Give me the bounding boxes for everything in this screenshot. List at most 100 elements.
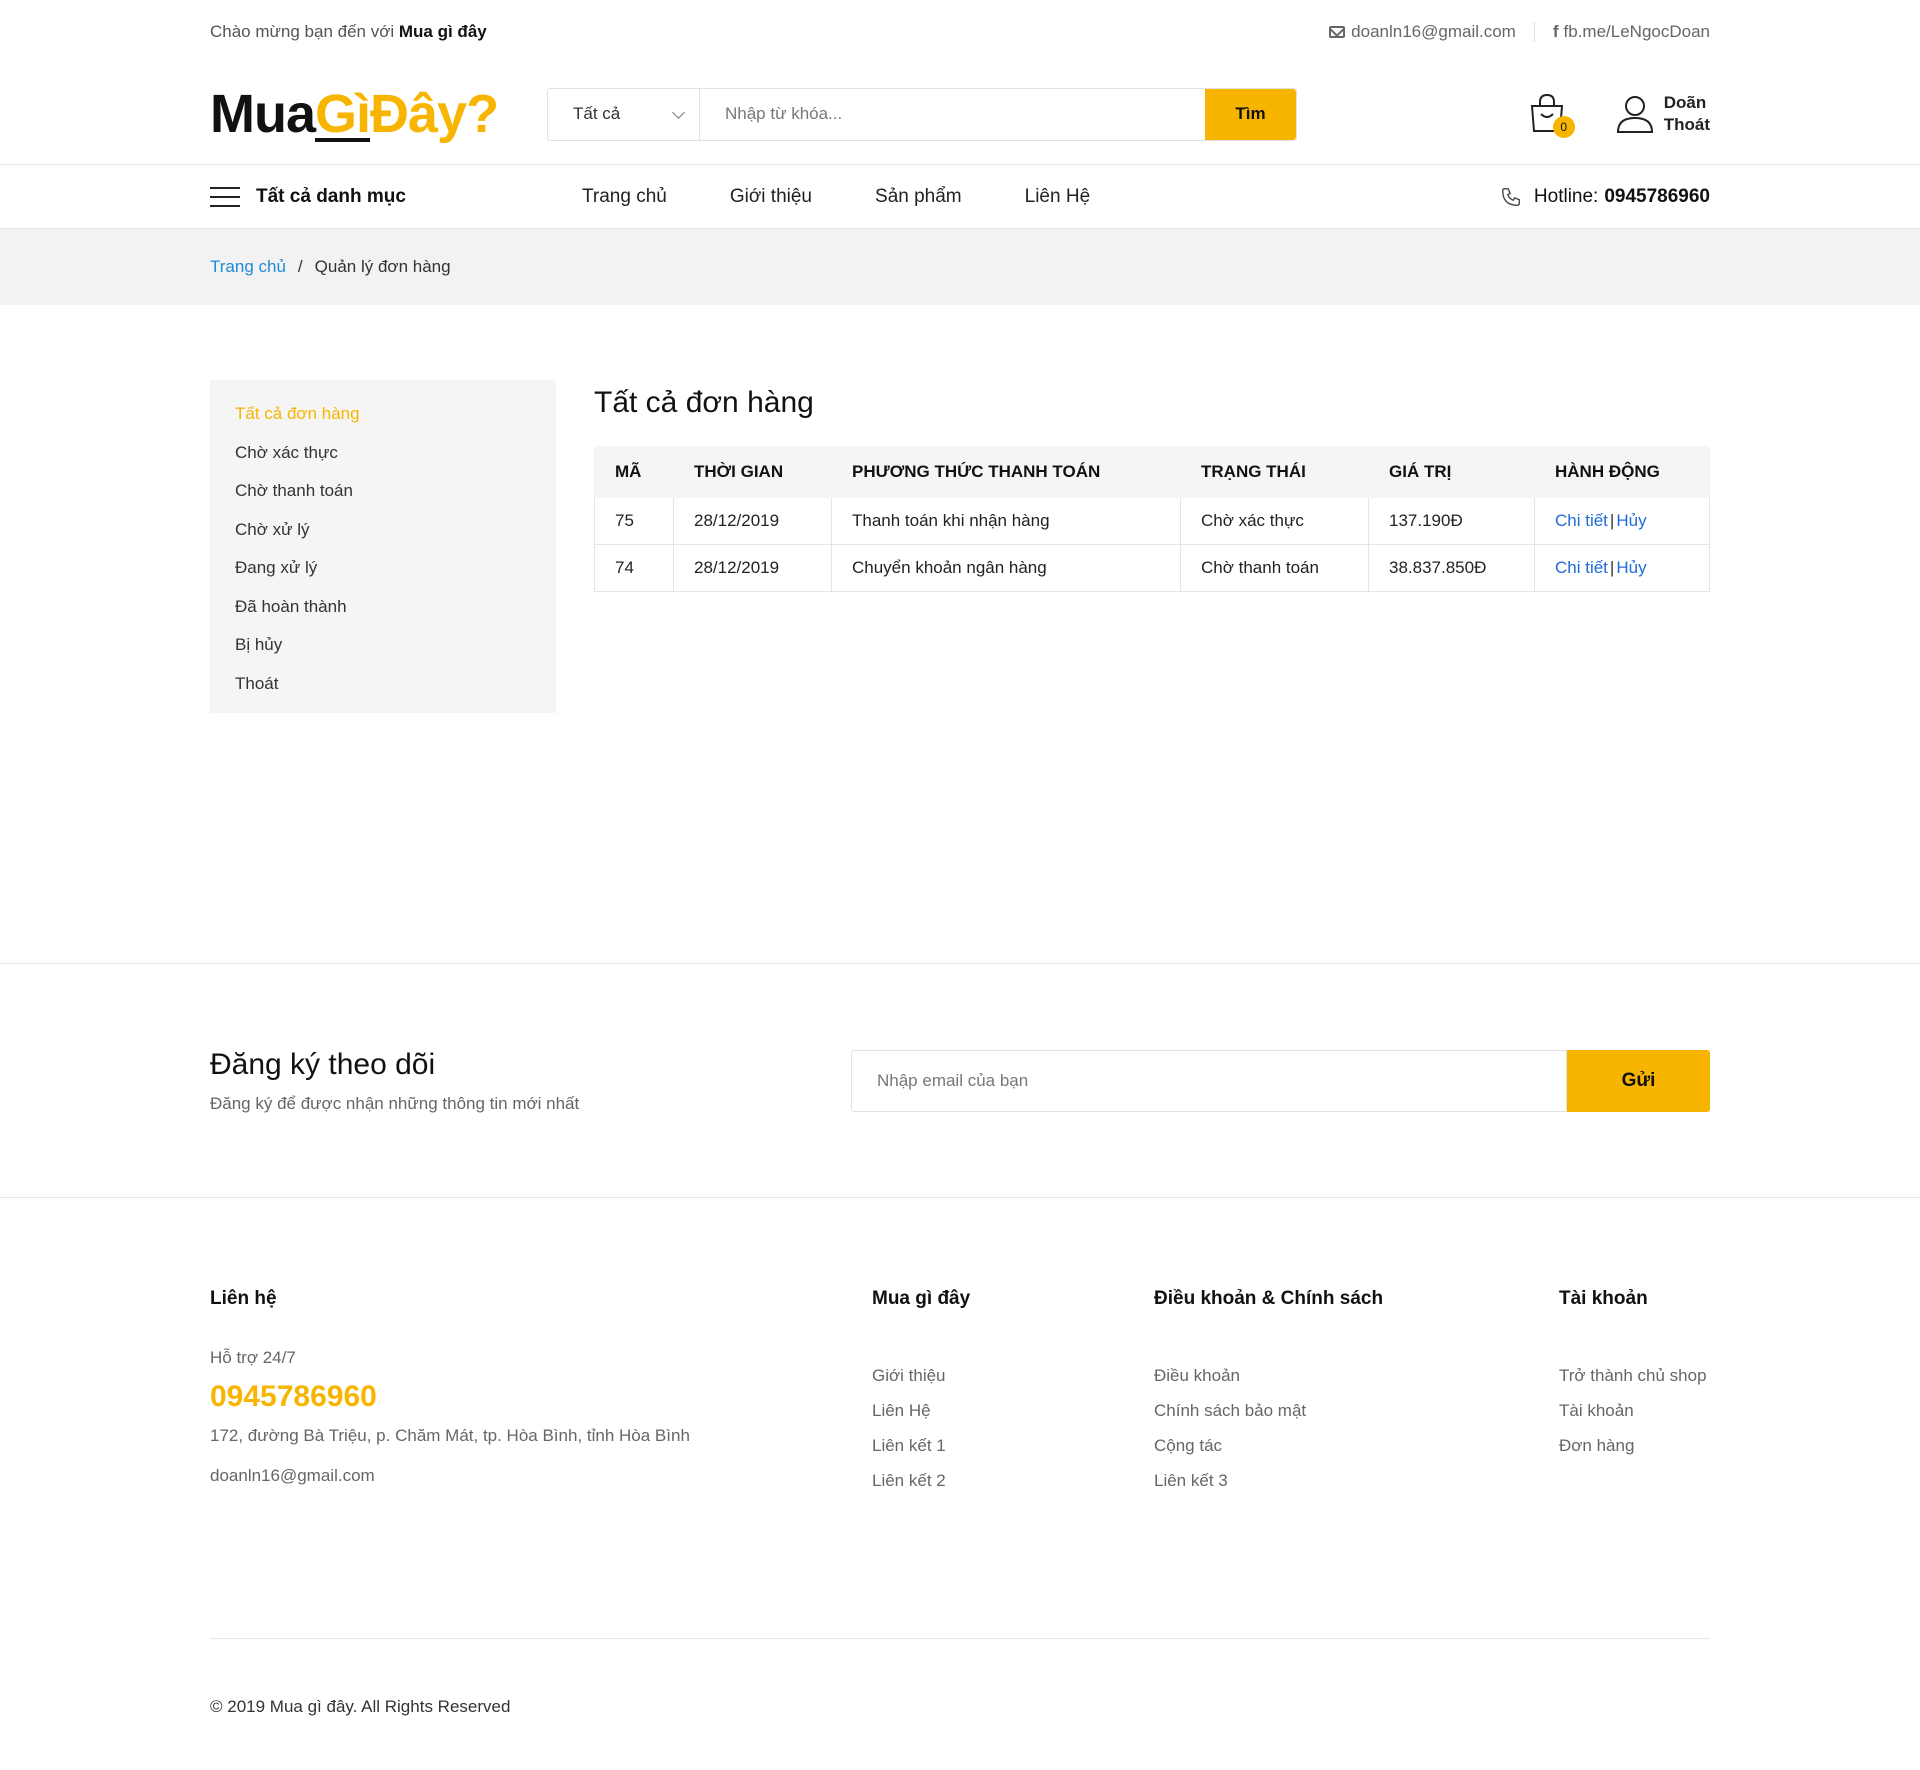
action-separator: | xyxy=(1609,558,1615,577)
footer-address: 172, đường Bà Triệu, p. Chăm Mát, tp. Hò… xyxy=(210,1426,690,1445)
footer-link-privacy[interactable]: Chính sách bảo mật xyxy=(1154,1401,1559,1421)
footer-link-contact[interactable]: Liên Hệ xyxy=(872,1401,1154,1421)
all-categories-label: Tất cả danh mục xyxy=(256,185,406,207)
footer-about-title: Mua gì đây xyxy=(872,1288,971,1309)
newsletter-email-input[interactable] xyxy=(851,1050,1567,1112)
nav-about[interactable]: Giới thiệu xyxy=(730,186,812,208)
copyright-bar: © 2019 Mua gì đây. All Rights Reserved xyxy=(0,1638,1920,1770)
column-header-time: THỜI GIAN xyxy=(673,446,832,498)
logout-link[interactable]: Thoát xyxy=(1664,114,1710,136)
welcome-prefix: Chào mừng bạn đến với xyxy=(210,22,395,41)
site-logo[interactable]: MuaGìĐây? xyxy=(210,83,547,145)
footer-contact-title: Liên hệ xyxy=(210,1288,277,1309)
footer-support-label: Hỗ trợ 24/7 xyxy=(210,1348,296,1367)
footer-link-2[interactable]: Liên kết 2 xyxy=(872,1471,1154,1491)
order-sidebar: Tất cả đơn hàng Chờ xác thực Chờ thanh t… xyxy=(210,380,556,713)
footer-policy-title: Điều khoản & Chính sách xyxy=(1154,1288,1384,1309)
footer-link-partner[interactable]: Cộng tác xyxy=(1154,1436,1559,1456)
sidebar-item-processing[interactable]: Đang xử lý xyxy=(235,552,531,591)
order-value: 137.190Đ xyxy=(1368,497,1535,545)
phone-icon xyxy=(1501,187,1520,206)
search-bar: Tất cả Tìm xyxy=(547,87,1297,141)
order-status: Chờ thanh toán xyxy=(1180,544,1369,592)
hamburger-menu-icon xyxy=(210,186,240,207)
page-title: Tất cả đơn hàng xyxy=(594,386,814,419)
envelope-icon xyxy=(1329,26,1346,38)
main-navigation: Tất cả danh mục Trang chủ Giới thiệu Sản… xyxy=(0,165,1920,229)
newsletter-form: Gửi xyxy=(851,1050,1710,1112)
logo-part-day: Đây? xyxy=(370,84,499,144)
topbar-email-link[interactable]: doanln16@gmail.com xyxy=(1351,22,1516,42)
action-separator: | xyxy=(1609,511,1615,530)
nav-products[interactable]: Sản phẩm xyxy=(875,186,962,208)
orders-table: MÃ THỜI GIAN PHƯƠNG THỨC THANH TOÁN TRẠN… xyxy=(594,446,1710,592)
breadcrumb: Trang chủ / Quản lý đơn hàng xyxy=(0,229,1920,305)
breadcrumb-home[interactable]: Trang chủ xyxy=(210,257,286,277)
order-actions: Chi tiết | Hủy xyxy=(1534,497,1710,545)
footer-link-1[interactable]: Liên kết 1 xyxy=(872,1436,1154,1456)
breadcrumb-separator: / xyxy=(297,257,303,276)
footer-phone[interactable]: 0945786960 xyxy=(210,1380,872,1414)
footer-link-3[interactable]: Liên kết 3 xyxy=(1154,1471,1559,1491)
order-payment: Thanh toán khi nhận hàng xyxy=(831,497,1181,545)
order-cancel-link[interactable]: Hủy xyxy=(1616,558,1646,577)
search-category-value: Tất cả xyxy=(573,104,621,123)
header: MuaGìĐây? Tất cả Tìm 0 xyxy=(0,64,1920,165)
column-header-payment: PHƯƠNG THỨC THANH TOÁN xyxy=(831,446,1181,498)
newsletter-submit-button[interactable]: Gửi xyxy=(1567,1050,1710,1112)
welcome-brand: Mua gì đây xyxy=(398,22,487,41)
divider xyxy=(1533,22,1535,42)
newsletter-subtitle: Đăng ký để được nhận những thông tin mới… xyxy=(210,1094,580,1113)
order-time: 28/12/2019 xyxy=(673,544,832,592)
top-bar: Chào mừng bạn đến với Mua gì đây doanln1… xyxy=(0,0,1920,64)
sidebar-item-completed[interactable]: Đã hoàn thành xyxy=(235,591,531,630)
logo-part-mua: Mua xyxy=(210,84,316,144)
newsletter-title: Đăng ký theo dõi xyxy=(210,1048,436,1081)
footer-link-terms[interactable]: Điều khoản xyxy=(1154,1366,1559,1386)
breadcrumb-current: Quản lý đơn hàng xyxy=(314,257,451,276)
order-cancel-link[interactable]: Hủy xyxy=(1616,511,1646,530)
sidebar-item-all-orders[interactable]: Tất cả đơn hàng xyxy=(235,398,531,437)
column-header-value: GIÁ TRỊ xyxy=(1368,446,1535,498)
sidebar-item-cancelled[interactable]: Bị hủy xyxy=(235,629,531,668)
search-button[interactable]: Tìm xyxy=(1205,88,1296,140)
footer-link-become-seller[interactable]: Trở thành chủ shop xyxy=(1559,1366,1707,1386)
order-detail-link[interactable]: Chi tiết xyxy=(1555,511,1608,530)
column-header-actions: HÀNH ĐỘNG xyxy=(1534,446,1710,498)
chevron-down-icon xyxy=(672,105,685,119)
hotline-number: 0945786960 xyxy=(1604,185,1710,207)
sidebar-item-pending-verification[interactable]: Chờ xác thực xyxy=(235,437,531,476)
facebook-icon: f xyxy=(1552,22,1559,41)
search-input[interactable] xyxy=(700,88,1205,140)
cart-button[interactable]: 0 xyxy=(1527,92,1575,138)
copyright-text: © 2019 Mua gì đây. All Rights Reserved xyxy=(210,1697,511,1716)
sidebar-item-awaiting-processing[interactable]: Chờ xử lý xyxy=(235,514,531,553)
order-actions: Chi tiết | Hủy xyxy=(1534,544,1710,592)
footer-link-about[interactable]: Giới thiệu xyxy=(872,1366,1154,1386)
sidebar-item-pending-payment[interactable]: Chờ thanh toán xyxy=(235,475,531,514)
footer-email[interactable]: doanln16@gmail.com xyxy=(210,1466,872,1486)
order-management: Tất cả đơn hàng Chờ xác thực Chờ thanh t… xyxy=(0,305,1920,963)
footer-link-account[interactable]: Tài khoản xyxy=(1559,1401,1707,1421)
user-name[interactable]: Doãn xyxy=(1664,92,1710,114)
cart-count-badge: 0 xyxy=(1552,116,1575,138)
welcome-text: Chào mừng bạn đến với Mua gì đây xyxy=(210,22,487,42)
nav-contact[interactable]: Liên Hệ xyxy=(1025,186,1091,208)
footer-link-orders[interactable]: Đơn hàng xyxy=(1559,1436,1707,1456)
hotline: Hotline: 0945786960 xyxy=(1500,186,1710,208)
nav-home[interactable]: Trang chủ xyxy=(582,186,667,208)
footer-account-title: Tài khoản xyxy=(1559,1288,1648,1309)
order-value: 38.837.850Đ xyxy=(1368,544,1535,592)
user-menu[interactable]: Doãn Thoát xyxy=(1616,92,1710,136)
column-header-status: TRẠNG THÁI xyxy=(1180,446,1369,498)
user-icon xyxy=(1616,96,1653,133)
order-id: 75 xyxy=(594,497,674,545)
topbar-facebook-link[interactable]: fb.me/LeNgocDoan xyxy=(1564,22,1710,42)
order-status: Chờ xác thực xyxy=(1180,497,1369,545)
order-detail-link[interactable]: Chi tiết xyxy=(1555,558,1608,577)
all-categories-button[interactable]: Tất cả danh mục xyxy=(210,186,582,208)
search-category-select[interactable]: Tất cả xyxy=(548,88,700,140)
newsletter-section: Đăng ký theo dõi Đăng ký để được nhận nh… xyxy=(0,963,1920,1198)
order-id: 74 xyxy=(594,544,674,592)
sidebar-item-logout[interactable]: Thoát xyxy=(235,668,531,707)
